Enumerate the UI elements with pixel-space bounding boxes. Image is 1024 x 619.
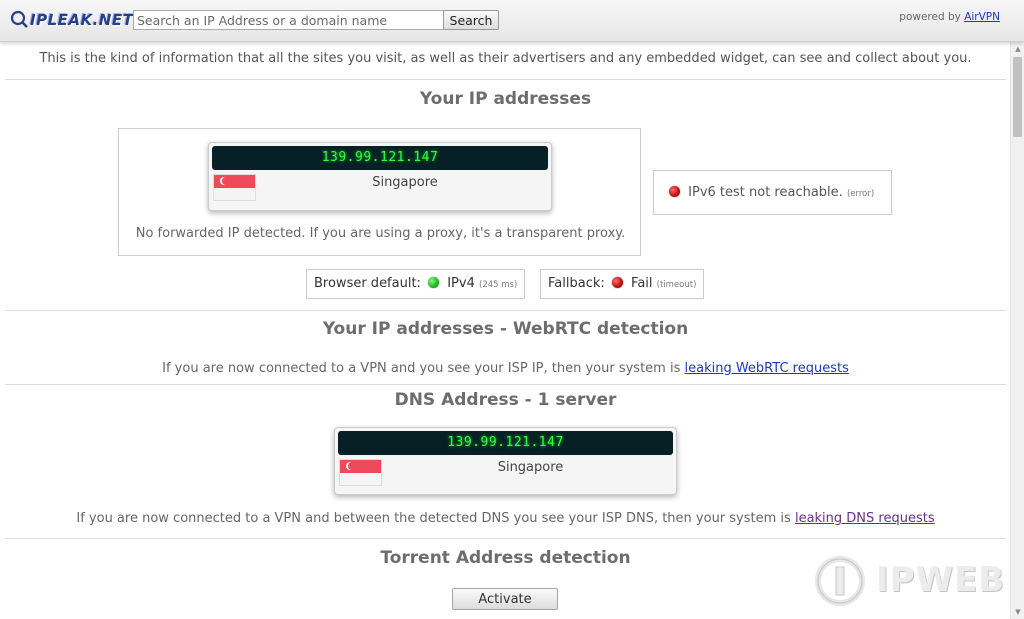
divider xyxy=(5,310,1006,311)
search-input[interactable] xyxy=(133,10,444,30)
fallback-label: Fallback: xyxy=(548,276,605,291)
fallback-value: Fail xyxy=(631,276,653,291)
fallback-note: (timeout) xyxy=(656,280,697,290)
search-button[interactable]: Search xyxy=(443,10,499,30)
dns-section-title: DNS Address - 1 server xyxy=(394,390,617,410)
webrtc-section-title: Your IP addresses - WebRTC detection xyxy=(322,319,689,339)
ipv6-status-text: IPv6 test not reachable. xyxy=(688,185,843,200)
browser-default-value: IPv4 xyxy=(447,276,475,291)
leaking-webrtc-link[interactable]: leaking WebRTC requests xyxy=(685,361,849,376)
divider xyxy=(5,79,1006,80)
intro-text: This is the kind of information that all… xyxy=(39,51,972,66)
scroll-up-arrow-icon[interactable]: ▲ xyxy=(1011,42,1024,56)
dns-ip-display: 139.99.121.147 xyxy=(338,431,673,455)
ipv6-status-box: IPv6 test not reachable. (error) xyxy=(653,170,892,215)
airvpn-link[interactable]: AirVPN xyxy=(964,11,1000,23)
browser-default-status: Browser default: IPv4 (245 ms) xyxy=(306,269,526,299)
leaking-dns-link[interactable]: leaking DNS requests xyxy=(795,511,935,526)
dns-description: If you are now connected to a VPN and be… xyxy=(76,511,791,526)
ipweb-watermark: IPWEB xyxy=(812,553,1012,608)
status-red-icon xyxy=(669,186,680,197)
powered-by: powered by AirVPN xyxy=(899,11,1000,23)
fallback-status: Fallback: Fail (timeout) xyxy=(540,269,705,299)
ip-country: Singapore xyxy=(372,175,438,190)
powered-by-label: powered by xyxy=(899,11,961,23)
main-content: This is the kind of information that all… xyxy=(5,42,1006,619)
browser-default-note: (245 ms) xyxy=(479,280,518,290)
vertical-scrollbar[interactable]: ▲ ▼ xyxy=(1010,42,1024,619)
divider xyxy=(5,538,1006,539)
singapore-flag-icon xyxy=(339,459,382,486)
scroll-thumb[interactable] xyxy=(1013,57,1022,137)
ipweb-logo-icon xyxy=(815,556,865,606)
dns-card: 139.99.121.147 Singapore xyxy=(334,427,677,495)
webrtc-description: If you are now connected to a VPN and yo… xyxy=(162,361,681,376)
singapore-flag-icon xyxy=(213,174,256,201)
watermark-text: IPWEB xyxy=(876,560,1006,600)
ip-display: 139.99.121.147 xyxy=(212,146,548,170)
ip-section-title: Your IP addresses xyxy=(419,89,592,109)
ipv6-status-note: (error) xyxy=(846,189,875,199)
status-red-icon xyxy=(611,277,623,288)
dns-country: Singapore xyxy=(497,460,564,475)
dns-text: If you are now connected to a VPN and be… xyxy=(5,511,1006,526)
activate-torrent-button[interactable]: Activate xyxy=(452,588,558,610)
divider xyxy=(5,384,1006,385)
status-green-icon xyxy=(428,277,440,288)
ip-card: 139.99.121.147 Singapore xyxy=(208,142,552,211)
top-bar: IPLEAK.NET Search powered by AirVPN xyxy=(0,0,1024,42)
magnifier-logo-icon xyxy=(10,10,28,28)
scroll-down-arrow-icon[interactable]: ▼ xyxy=(1011,605,1024,619)
no-forward-text: No forwarded IP detected. If you are usi… xyxy=(135,226,626,241)
webrtc-text: If you are now connected to a VPN and yo… xyxy=(5,361,1006,376)
ipleak-logo[interactable]: IPLEAK.NET xyxy=(10,8,133,34)
ip-address-box: 139.99.121.147 Singapore No forwarded IP… xyxy=(118,128,641,256)
browser-default-label: Browser default: xyxy=(314,276,421,291)
logo-text: IPLEAK.NET xyxy=(30,11,134,29)
